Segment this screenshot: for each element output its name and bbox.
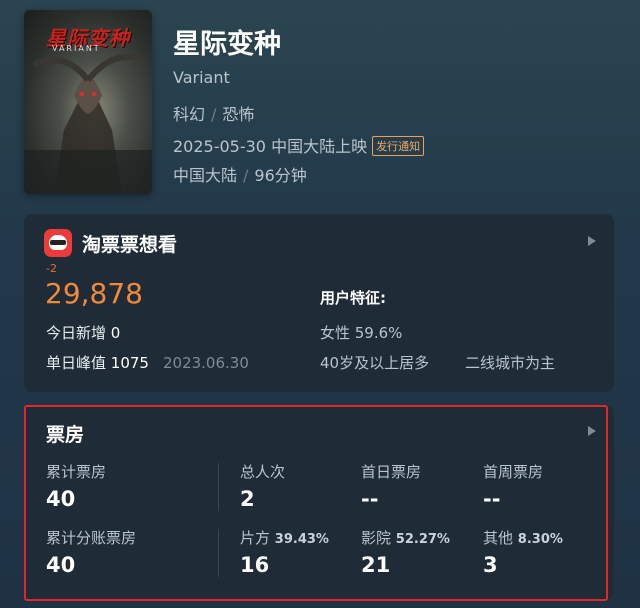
divider — [218, 529, 219, 577]
region-duration: 中国大陆 / 96分钟 — [173, 162, 307, 186]
want-count: 29,878 — [45, 277, 143, 310]
today-new-label: 今日新增 — [46, 324, 107, 342]
stat-producer-share: 片方 39.43% 16 — [240, 529, 329, 577]
daily-peak: 单日峰值 1075 2023.06.30 — [46, 352, 249, 373]
movie-poster[interactable]: 星际变种 VARIANT — [24, 10, 152, 194]
chevron-right-icon[interactable] — [588, 236, 596, 246]
want-card-title: 淘票票想看 — [82, 234, 178, 256]
genre-item: 科幻 — [173, 105, 206, 124]
feature-gender: 女性 59.6% — [320, 324, 403, 342]
release-date: 2025-05-30 中国大陆上映 — [173, 137, 368, 156]
taopiaopiao-logo-icon — [44, 229, 72, 257]
feature-age: 40岁及以上居多 — [320, 354, 430, 372]
stat-cumulative-box-office: 累计票房 40 — [46, 463, 107, 511]
poster-subtitle: VARIANT — [52, 44, 101, 53]
chevron-right-icon[interactable] — [588, 426, 596, 436]
stat-first-week-box-office: 首周票房 -- — [483, 463, 544, 511]
divider — [218, 463, 219, 511]
stat-first-day-box-office: 首日票房 -- — [361, 463, 422, 511]
box-office-card[interactable]: 票房 累计票房 40 总人次 2 首日票房 -- 首周票房 -- 累计分账票房 … — [24, 405, 614, 599]
box-office-title: 票房 — [46, 424, 85, 446]
movie-title: 星际变种 — [173, 29, 281, 60]
taopiaopiao-want-card[interactable]: 淘票票想看 -2 29,878 今日新增 0 单日峰值 1075 2023.06.… — [24, 214, 614, 392]
today-new-value: 0 — [110, 324, 121, 342]
stat-cinema-share: 影院 52.27% 21 — [361, 529, 450, 577]
want-delta: -2 — [46, 262, 57, 275]
genre-item: 恐怖 — [222, 105, 255, 124]
separator: / — [243, 166, 249, 185]
today-new: 今日新增 0 — [46, 322, 120, 343]
user-features-title: 用户特征: — [320, 289, 386, 307]
english-title: Variant — [173, 68, 230, 87]
genre-list: 科幻 / 恐怖 — [173, 101, 254, 125]
peak-value: 1075 — [110, 354, 149, 372]
separator: / — [211, 105, 217, 124]
duration: 96分钟 — [254, 166, 307, 185]
release-info: 2025-05-30 中国大陆上映 发行通知 — [173, 133, 425, 157]
stat-cumulative-split-box-office: 累计分账票房 40 — [46, 529, 137, 577]
stat-other-share: 其他 8.30% 3 — [483, 529, 563, 577]
region: 中国大陆 — [173, 166, 238, 185]
peak-date: 2023.06.30 — [162, 354, 249, 372]
peak-label: 单日峰值 — [46, 354, 107, 372]
stat-total-admissions: 总人次 2 — [240, 463, 286, 511]
feature-city: 二线城市为主 — [465, 354, 556, 372]
release-notice-badge[interactable]: 发行通知 — [372, 136, 425, 156]
